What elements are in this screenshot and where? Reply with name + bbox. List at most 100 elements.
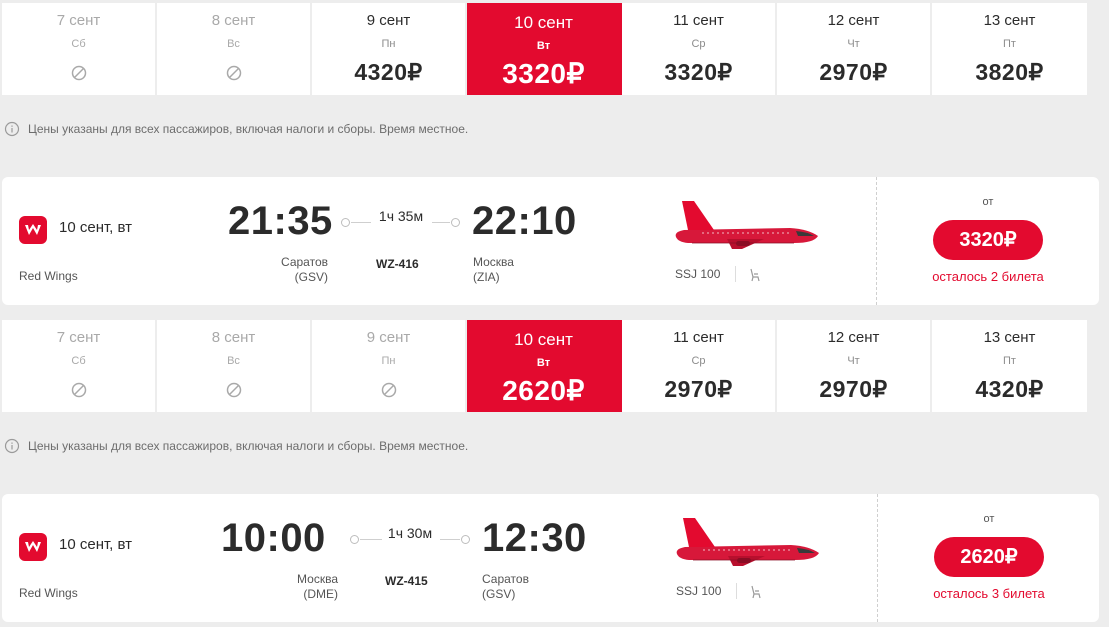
flight-number: WZ-416	[376, 257, 419, 271]
date-label: 8 сент	[211, 12, 256, 29]
date-option: 8 сент Вс	[157, 3, 312, 95]
flight-date: 10 сент, вт	[59, 536, 133, 553]
date-option: 9 сент Пн	[312, 320, 467, 412]
info-icon	[4, 121, 20, 137]
date-label: 13 сент	[983, 329, 1036, 346]
weekday-label: Вт	[536, 40, 551, 52]
departure-airport: Саратов (GSV)	[242, 255, 328, 285]
date-label: 10 сент	[514, 13, 573, 32]
weekday-label: Чт	[847, 38, 860, 50]
date-price: 2970₽	[819, 376, 888, 402]
date-option[interactable]: 12 сент Чт 2970₽	[777, 320, 932, 412]
date-option-selected[interactable]: 10 сент Вт 3320₽	[467, 3, 622, 95]
date-option-selected[interactable]: 10 сент Вт 2620₽	[467, 320, 622, 412]
arrival-code: (GSV)	[482, 587, 516, 601]
arrival-airport: Москва (ZIA)	[473, 255, 514, 285]
seats-left-label: осталось 2 билета	[932, 269, 1044, 284]
weekday-label: Вт	[536, 357, 551, 369]
price-from-label: от	[982, 196, 994, 208]
card-divider	[877, 494, 878, 622]
unavailable-icon	[226, 382, 241, 398]
date-option[interactable]: 13 сент Пт 3820₽	[932, 3, 1087, 95]
unavailable-icon	[381, 382, 396, 398]
aircraft-type: SSJ 100	[676, 584, 722, 598]
price-info-note: Цены указаны для всех пассажиров, включа…	[4, 436, 468, 456]
departure-time: 21:35	[228, 199, 333, 243]
departure-code: (GSV)	[294, 270, 328, 284]
info-text: Цены указаны для всех пассажиров, включа…	[28, 439, 469, 453]
weekday-label: Чт	[847, 355, 860, 367]
aircraft-type: SSJ 100	[675, 267, 721, 281]
date-label: 8 сент	[211, 329, 256, 346]
weekday-label: Пн	[381, 355, 396, 367]
aircraft-image	[676, 518, 819, 566]
date-price: 3320₽	[502, 58, 585, 89]
date-price: 2620₽	[502, 375, 585, 406]
info-text: Цены указаны для всех пассажиров, включа…	[28, 122, 469, 136]
airline-name: Red Wings	[19, 586, 78, 600]
date-label: 13 сент	[983, 12, 1036, 29]
date-option[interactable]: 11 сент Ср 3320₽	[622, 3, 777, 95]
select-flight-price-button[interactable]: 2620₽	[934, 537, 1044, 577]
departure-code: (DME)	[303, 587, 338, 601]
date-option[interactable]: 11 сент Ср 2970₽	[622, 320, 777, 412]
date-label: 12 сент	[827, 12, 880, 29]
date-option[interactable]: 12 сент Чт 2970₽	[777, 3, 932, 95]
weekday-label: Сб	[71, 38, 86, 50]
card-divider	[876, 177, 877, 305]
date-price: 3820₽	[975, 59, 1044, 85]
flight-card[interactable]: 10 сент, вт Red Wings 21:35 1ч 35м 22:10…	[2, 177, 1099, 305]
airline-name: Red Wings	[19, 269, 78, 283]
date-strip-return: 7 сент Сб 8 сент Вс 9 сент Пн 10 сент Вт…	[2, 320, 1087, 412]
date-label: 10 сент	[514, 330, 573, 349]
arrival-time: 12:30	[482, 516, 587, 560]
date-label: 12 сент	[827, 329, 880, 346]
weekday-label: Вс	[227, 355, 240, 367]
price-info-note: Цены указаны для всех пассажиров, включа…	[4, 119, 468, 139]
date-price: 2970₽	[819, 59, 888, 85]
flight-duration: 1ч 30м	[387, 525, 433, 541]
date-label: 7 сент	[56, 12, 101, 29]
flight-date: 10 сент, вт	[59, 219, 133, 236]
date-option: 7 сент Сб	[2, 3, 157, 95]
departure-airport: Москва (DME)	[252, 572, 338, 602]
weekday-label: Сб	[71, 355, 86, 367]
airline-logo	[19, 533, 47, 561]
flight-number: WZ-415	[385, 574, 428, 588]
unavailable-icon	[71, 65, 86, 81]
weekday-label: Пт	[1003, 355, 1016, 367]
aircraft-image	[675, 201, 818, 249]
departure-time: 10:00	[221, 516, 326, 560]
date-price: 4320₽	[354, 59, 423, 85]
date-option[interactable]: 13 сент Пт 4320₽	[932, 320, 1087, 412]
date-label: 7 сент	[56, 329, 101, 346]
weekday-label: Вс	[227, 38, 240, 50]
unavailable-icon	[71, 382, 86, 398]
date-label: 11 сент	[673, 329, 724, 346]
arrival-airport: Саратов (GSV)	[482, 572, 529, 602]
date-price: 4320₽	[975, 376, 1044, 402]
select-flight-price-button[interactable]: 3320₽	[933, 220, 1043, 260]
weekday-label: Пн	[381, 38, 396, 50]
flight-duration: 1ч 35м	[378, 208, 424, 224]
seat-icon	[750, 268, 760, 282]
date-price: 2970₽	[664, 376, 733, 402]
flight-card[interactable]: 10 сент, вт Red Wings 10:00 1ч 30м 12:30…	[2, 494, 1099, 622]
departure-city: Саратов	[281, 255, 328, 269]
divider	[736, 583, 737, 599]
arrival-time: 22:10	[472, 199, 577, 243]
date-option: 8 сент Вс	[157, 320, 312, 412]
date-option: 7 сент Сб	[2, 320, 157, 412]
arrival-code: (ZIA)	[473, 270, 500, 284]
weekday-label: Ср	[691, 38, 706, 50]
seats-left-label: осталось 3 билета	[933, 586, 1045, 601]
date-option[interactable]: 9 сент Пн 4320₽	[312, 3, 467, 95]
date-label: 11 сент	[673, 12, 724, 29]
divider	[735, 266, 736, 282]
date-strip-outbound: 7 сент Сб 8 сент Вс 9 сент Пн 4320₽ 10 с…	[2, 3, 1087, 95]
arrival-city: Саратов	[482, 572, 529, 586]
arrival-city: Москва	[473, 255, 514, 269]
weekday-label: Ср	[691, 355, 706, 367]
date-price: 3320₽	[664, 59, 733, 85]
weekday-label: Пт	[1003, 38, 1016, 50]
